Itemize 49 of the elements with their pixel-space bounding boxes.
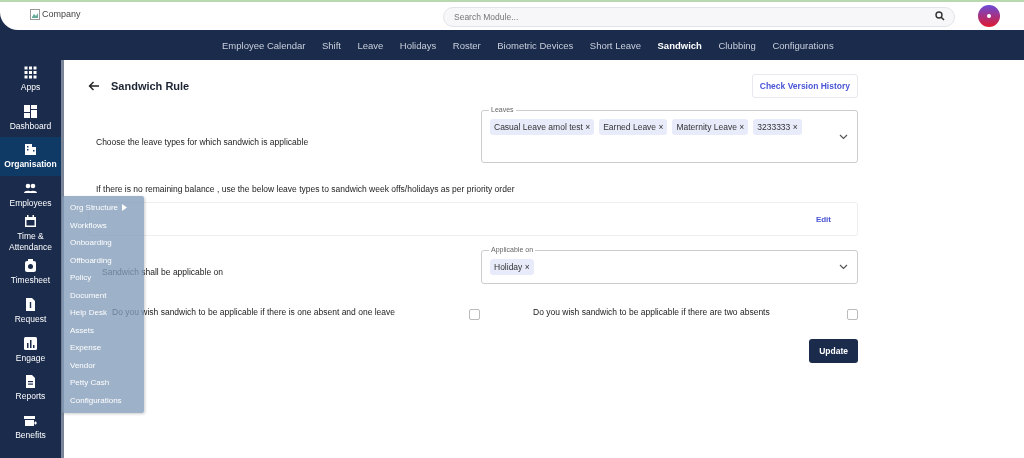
checkbox-label: Do you wish sandwich to be applicable if there are two absents [533, 307, 770, 317]
priority-text: If there is no remaining balance , use the below leave types to sandwich week offs/holidays as per priority order [96, 183, 515, 196]
check-version-history-button[interactable]: Check Version History [751, 74, 858, 98]
search-field[interactable]: Search Module... [443, 7, 955, 27]
sidebar-item[interactable]: Time & Attendance [0, 214, 61, 254]
edit-link[interactable]: Edit [815, 214, 831, 224]
sidebar-item[interactable]: Benefits [0, 408, 61, 447]
logo-alt-text: Company [42, 9, 81, 19]
search-icon [935, 11, 945, 21]
calendar-icon [24, 215, 37, 229]
sidebar-item[interactable]: Employees [0, 176, 61, 215]
applicable-chip[interactable]: Holiday × [490, 259, 534, 275]
caret-icon [839, 133, 848, 140]
page-title: Sandwich Rule [111, 80, 190, 92]
nav-tab[interactable]: Configurations [772, 39, 834, 51]
broken-image-icon [30, 9, 40, 20]
sidebar-item[interactable]: Engage [0, 330, 61, 370]
sidebar-item[interactable]: Reports [0, 369, 61, 409]
caret-icon [839, 264, 848, 270]
building-icon [24, 143, 37, 157]
leave-chip[interactable]: Earned Leave × [599, 119, 668, 135]
update-button[interactable]: Update [809, 339, 858, 363]
dashboard-icon [24, 104, 37, 118]
nav-tab[interactable]: Employee Calendar [222, 39, 306, 51]
report-icon [24, 375, 37, 389]
nav-tab[interactable]: Roster [452, 39, 481, 51]
sidebar-item[interactable]: Timesheet [0, 253, 61, 293]
sidebar-item[interactable]: Apps [0, 60, 61, 99]
apps-icon [24, 65, 37, 79]
nav-tab[interactable]: Clubbing [718, 39, 756, 51]
people-icon [24, 181, 37, 195]
nav-tab[interactable]: Shift [321, 39, 341, 51]
nav-tab[interactable]: Holidays [399, 39, 437, 51]
sidebar-item[interactable]: Request [0, 292, 61, 331]
nav-tab[interactable]: Leave [357, 39, 384, 51]
nav-tab[interactable]: Sandwich [657, 39, 702, 51]
sidebar-item[interactable]: Organisation [0, 137, 61, 177]
checkbox[interactable] [847, 309, 858, 320]
chart-icon [24, 336, 37, 350]
leave-types-label: Choose the leave types for which sandwich is applicable [96, 136, 310, 147]
sidebar-item[interactable]: Dashboard [0, 98, 61, 138]
leave-chip[interactable]: Casual Leave amol test × [490, 119, 595, 135]
nav-tab[interactable]: Short Leave [589, 39, 642, 51]
leave-chip[interactable]: 3233333 × [753, 119, 802, 135]
checkbox[interactable] [469, 309, 480, 320]
avatar-icon[interactable] [978, 5, 1000, 27]
nav-tab[interactable]: Biometric Devices [497, 39, 574, 51]
leave-chip[interactable]: Maternity Leave × [672, 119, 749, 135]
back-arrow-icon[interactable] [88, 81, 100, 91]
